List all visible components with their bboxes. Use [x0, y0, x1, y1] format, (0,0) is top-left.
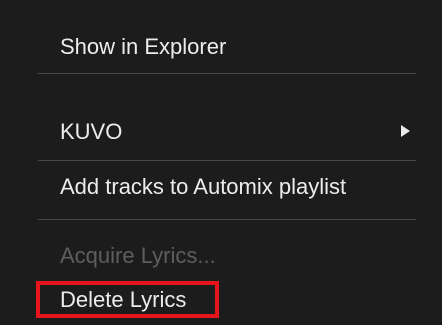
context-menu: Show in Explorer KUVO Add tracks to Auto… [0, 0, 442, 325]
menu-item-delete-lyrics[interactable]: Delete Lyrics [0, 285, 442, 315]
menu-item-kuvo[interactable]: KUVO [0, 117, 442, 147]
menu-item-label: Acquire Lyrics... [60, 243, 216, 268]
menu-item-show-in-explorer[interactable]: Show in Explorer [0, 32, 442, 62]
menu-item-label: Show in Explorer [60, 34, 227, 59]
menu-item-acquire-lyrics: Acquire Lyrics... [0, 241, 442, 271]
menu-separator [38, 160, 416, 161]
triangle-right-icon [401, 125, 410, 137]
menu-item-label: Delete Lyrics [60, 287, 187, 312]
menu-separator [38, 219, 416, 220]
menu-item-label: Add tracks to Automix playlist [60, 174, 347, 199]
menu-separator [38, 73, 416, 74]
menu-item-label: KUVO [60, 119, 123, 144]
menu-item-add-tracks-to-automix-playlist[interactable]: Add tracks to Automix playlist [0, 172, 442, 202]
